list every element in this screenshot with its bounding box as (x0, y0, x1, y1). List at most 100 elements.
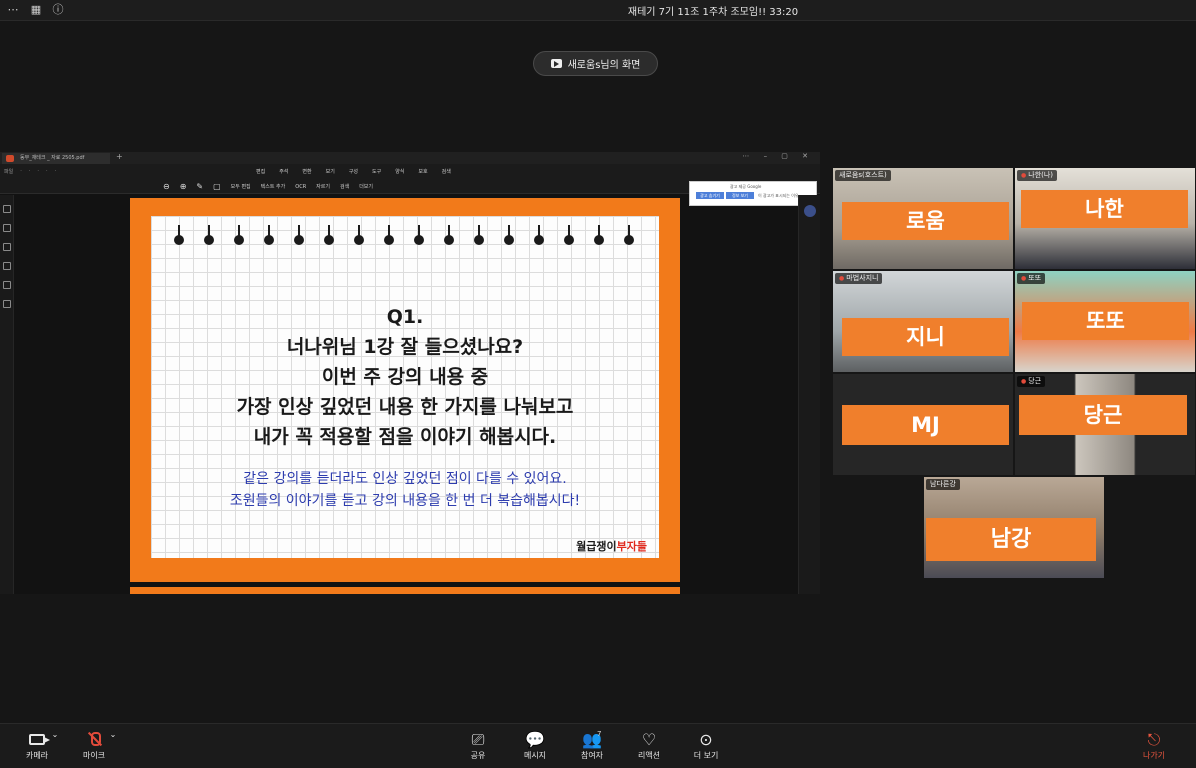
participant-tile[interactable]: 당근 ● 당근 (1015, 374, 1195, 475)
quick-icon[interactable]: · (29, 168, 31, 175)
binder-ring (174, 225, 184, 247)
binder-ring (624, 225, 634, 247)
participant-tile[interactable]: 로움 새로움s(호스트) (833, 168, 1013, 269)
ad-title: 광고 제공 Google (730, 184, 762, 189)
notebook-paper: Q1. 너나위님 1강 잘 들으셨나요? 이번 주 강의 내용 중 가장 인상 … (151, 216, 659, 558)
menu-organize[interactable]: 구성 (349, 168, 358, 175)
ad-hide-button[interactable]: 광고 숨기기 (696, 192, 724, 199)
camera-icon (29, 734, 50, 745)
brand-black: 월급쟁이 (576, 540, 617, 553)
participant-tile[interactable]: 또또 ● 또또 (1015, 271, 1195, 372)
subtext-line: 같은 강의를 듣더라도 인상 깊었던 점이 다를 수 있어요. (243, 471, 567, 487)
participants-button[interactable]: 👥 7 참여자 (567, 730, 617, 761)
menu-view[interactable]: 보기 (326, 168, 335, 175)
reactions-button[interactable]: ♡ 리액션 (624, 730, 674, 761)
participant-name-tag: ● 또또 (1017, 273, 1046, 284)
quick-icon[interactable]: · (37, 168, 39, 175)
participant-name: 남다른강 (930, 480, 956, 488)
menu-annotate[interactable]: 주석 (279, 168, 288, 175)
share-screen-icon: ⎚ (471, 730, 485, 749)
slide-question: Q1. 너나위님 1강 잘 들으셨나요? 이번 주 강의 내용 중 가장 인상 … (151, 302, 659, 452)
mic-muted-icon: ● (1021, 172, 1027, 179)
participant-display-name: 당근 (1019, 395, 1187, 435)
screen-share-icon (550, 59, 562, 68)
search-icon[interactable] (3, 281, 11, 289)
pdf-right-strip (798, 195, 820, 594)
zoom-out-icon[interactable]: ⊖ (163, 182, 170, 191)
leave-button[interactable]: ⎋ 나가기 (1129, 730, 1179, 761)
zoom-in-icon[interactable]: ⊕ (180, 182, 187, 191)
participant-tile[interactable]: 남강 남다른강 (924, 477, 1104, 578)
leave-icon: ⎋ (1147, 730, 1161, 749)
pen-icon[interactable]: ✎ (196, 182, 203, 191)
slide-subtext: 같은 강의를 듣더라도 인상 깊었던 점이 다를 수 있어요. 조원들의 이야기… (151, 468, 659, 512)
pdf-quick-menu: 파일 · · · · · (4, 168, 56, 175)
quick-icon[interactable]: · (55, 168, 57, 175)
menu-edit[interactable]: 편집 (256, 168, 265, 175)
participant-name-tag: 남다른강 (926, 479, 960, 490)
subtext-line: 조원들의 이야기를 듣고 강의 내용을 한 번 더 복습해봅시다! (229, 493, 581, 509)
participant-tile[interactable]: MJ (833, 374, 1013, 475)
tool-search[interactable]: 검색 (340, 183, 349, 190)
shared-screen: 동부_재테크 _ 자료 2505.pdf + ⋯ – ▢ ✕ 파일 · · · … (0, 152, 820, 594)
attachment-icon[interactable] (3, 262, 11, 270)
ad-info-button[interactable]: 정보 보기 (726, 192, 754, 199)
pdf-menu-row: 편집 주석 변환 보기 구성 도구 양식 보호 검색 (256, 168, 451, 175)
assistant-icon[interactable] (804, 205, 816, 217)
menu-convert[interactable]: 변환 (302, 168, 311, 175)
layers-icon[interactable] (3, 300, 11, 308)
comment-icon[interactable] (3, 243, 11, 251)
next-page-edge (130, 587, 680, 594)
binder-ring (234, 225, 244, 247)
page-thumbnail-icon[interactable] (3, 205, 11, 213)
menu-form[interactable]: 양식 (395, 168, 404, 175)
binder-ring (294, 225, 304, 247)
slide-page: Q1. 너나위님 1강 잘 들으셨나요? 이번 주 강의 내용 중 가장 인상 … (130, 198, 680, 582)
tool-more[interactable]: 더보기 (359, 183, 373, 190)
tool-edit-all[interactable]: 모두 편집 (231, 183, 251, 190)
menu-protect[interactable]: 보호 (418, 168, 427, 175)
window-controls[interactable]: ⋯ – ▢ ✕ (742, 152, 814, 160)
quick-icon[interactable]: · (46, 168, 48, 175)
pdf-tab-bar: 동부_재테크 _ 자료 2505.pdf + ⋯ – ▢ ✕ (0, 152, 820, 164)
menu-tools[interactable]: 도구 (372, 168, 381, 175)
participant-name-tag: 새로움s(호스트) (835, 170, 891, 181)
new-tab-icon[interactable]: + (116, 152, 123, 161)
share-button[interactable]: ⎚ 공유 (453, 730, 503, 761)
pdf-tab[interactable]: 동부_재테크 _ 자료 2505.pdf (2, 153, 110, 164)
reactions-label: 리액션 (637, 751, 661, 760)
tool-crop[interactable]: 자르기 (316, 183, 330, 190)
screen-share-banner[interactable]: 새로움s님의 화면 (533, 51, 658, 76)
participant-display-name: 또또 (1022, 302, 1189, 340)
meeting-title: 재테기 7기 11조 1주차 조모임!! 33:20 (627, 7, 799, 18)
quick-icon[interactable]: · (20, 168, 22, 175)
pdf-file-menu[interactable]: 파일 (4, 168, 13, 175)
binder-ring (534, 225, 544, 247)
pdf-tool-row: ⊖ ⊕ ✎ ▢ 모두 편집 텍스트 추가 OCR 자르기 검색 더보기 (163, 182, 373, 191)
chat-button[interactable]: 💬 메시지 (510, 730, 560, 761)
more-button[interactable]: ⊙ 더 보기 (681, 730, 731, 761)
participant-name: 또또 (1028, 274, 1042, 282)
participant-display-name: 로움 (842, 202, 1009, 240)
participants-label: 참여자 (580, 751, 604, 760)
participant-tile[interactable]: 지니 ● 마법사지니 (833, 271, 1013, 372)
camera-options-chevron-icon[interactable]: ⌄ (50, 730, 60, 739)
select-icon[interactable]: ▢ (213, 182, 221, 191)
tool-add-text[interactable]: 텍스트 추가 (261, 183, 286, 190)
meeting-title-bar: ⋯ ▦ ⓘ 재테기 7기 11조 1주차 조모임!! 33:20 (0, 0, 1196, 21)
mic-options-chevron-icon[interactable]: ⌄ (108, 730, 118, 739)
participant-tile[interactable]: 나한 ● 나한(나) (1015, 168, 1195, 269)
mic-muted-icon: ● (1021, 378, 1027, 385)
bookmark-icon[interactable] (3, 224, 11, 232)
tool-ocr[interactable]: OCR (295, 184, 306, 190)
brand-red: 부자들 (616, 540, 647, 553)
menu-search[interactable]: 검색 (442, 168, 451, 175)
pdf-app-icon (6, 155, 14, 162)
participants-count: 7 (597, 730, 602, 738)
pdf-tab-title: 동부_재테크 _ 자료 2505.pdf (20, 155, 85, 161)
participant-display-name: 남강 (926, 518, 1096, 561)
participants-icon: 👥 (582, 730, 602, 749)
participant-name: 당근 (1028, 377, 1042, 385)
binder-ring (354, 225, 364, 247)
participant-name: 나한(나) (1028, 171, 1054, 179)
